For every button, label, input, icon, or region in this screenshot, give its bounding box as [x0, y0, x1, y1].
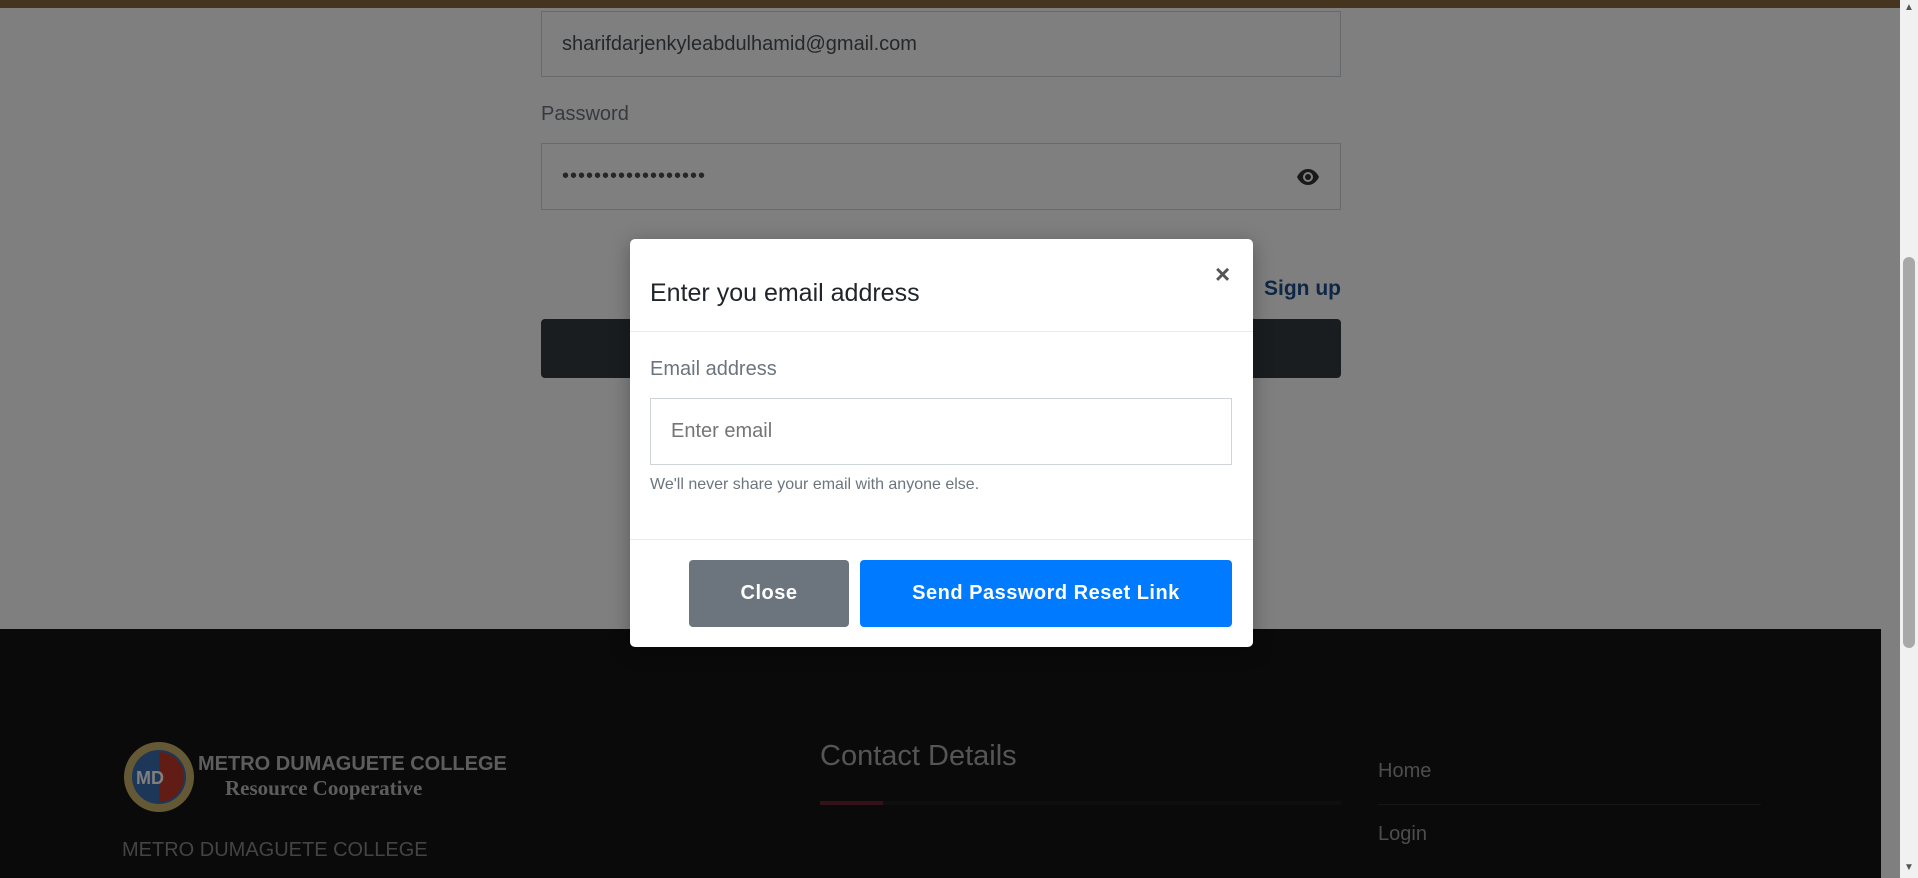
close-button[interactable]: Close	[689, 560, 849, 627]
close-icon[interactable]: ×	[1215, 259, 1230, 290]
divider	[630, 331, 1253, 332]
scroll-down-icon[interactable]: ▼	[1904, 862, 1914, 873]
scrollbar-thumb[interactable]	[1903, 257, 1915, 648]
divider	[630, 539, 1253, 540]
reset-email-input[interactable]	[650, 398, 1232, 465]
email-help-text: We'll never share your email with anyone…	[650, 476, 980, 493]
email-label: Email address	[650, 358, 777, 380]
send-reset-link-button[interactable]: Send Password Reset Link	[860, 560, 1232, 627]
modal-title: Enter you email address	[650, 279, 920, 307]
reset-password-modal: Enter you email address × Email address …	[630, 239, 1253, 647]
scroll-up-icon[interactable]: ▲	[1904, 2, 1914, 13]
scrollbar[interactable]: ▲ ▼	[1900, 0, 1918, 878]
